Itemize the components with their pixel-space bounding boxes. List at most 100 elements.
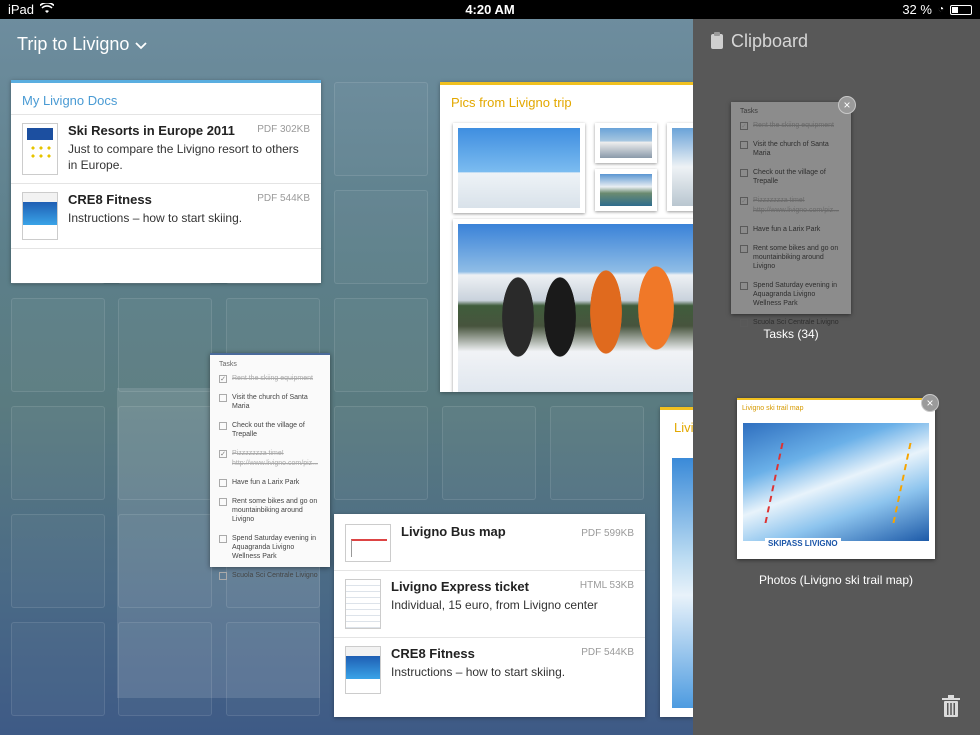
task-text: Rent some bikes and go on mountainbiking… bbox=[753, 244, 839, 270]
clipboard-header: Clipboard bbox=[711, 31, 808, 52]
empty-slot bbox=[11, 406, 105, 500]
files-card[interactable]: Livigno Bus map PDF 599KB Livigno Expres… bbox=[334, 514, 645, 717]
checkbox-icon[interactable] bbox=[740, 169, 748, 178]
checkbox-checked-icon[interactable]: ✓ bbox=[740, 197, 748, 206]
status-bar: iPad 4:20 AM 32 % ◔ bbox=[0, 0, 980, 19]
task-item[interactable]: ✓ Pizzzzzzza time! http://www.livigno.com… bbox=[219, 449, 321, 467]
docs-card[interactable]: My Livigno Docs Ski Resorts in Europe 20… bbox=[11, 80, 321, 283]
pdf-thumbnail bbox=[345, 524, 391, 562]
clipboard-map-card[interactable]: Livigno ski trail map SKIPASS LIVIGNO bbox=[737, 398, 935, 559]
checkbox-icon[interactable] bbox=[219, 497, 227, 506]
checkbox-icon[interactable] bbox=[740, 282, 748, 291]
task-item[interactable]: Scuola Sci Centrale Livigno bbox=[219, 571, 321, 581]
doc-item-cre8-fitness-2[interactable]: CRE8 Fitness Instructions – how to start… bbox=[334, 638, 645, 702]
checkbox-checked-icon[interactable]: ✓ bbox=[219, 450, 227, 459]
photo-skier[interactable] bbox=[453, 123, 585, 213]
clipboard-icon bbox=[711, 32, 723, 49]
task-item[interactable]: Rent some bikes and go on mountainbiking… bbox=[740, 244, 842, 271]
doc-description: Instructions – how to start skiing. bbox=[68, 211, 243, 225]
empty-slot bbox=[334, 82, 428, 176]
pics-card[interactable]: Pics from Livigno trip bbox=[440, 82, 693, 392]
task-item[interactable]: Spend Saturday evening in Aquagranda Liv… bbox=[219, 534, 321, 561]
tasks-card-dragging[interactable]: Tasks ✓ Rent the skiing equipment Visit th… bbox=[210, 353, 330, 581]
checkbox-icon[interactable] bbox=[219, 535, 227, 544]
task-list: ✓ Rent the skiing equipment Visit the chur… bbox=[737, 121, 845, 328]
doc-meta: HTML 53KB bbox=[579, 580, 634, 591]
checkbox-icon[interactable] bbox=[219, 478, 227, 487]
photo-group[interactable] bbox=[453, 219, 693, 392]
task-text: Rent some bikes and go on mountainbiking… bbox=[232, 497, 318, 523]
trash-icon[interactable] bbox=[942, 695, 960, 717]
empty-slot bbox=[11, 298, 105, 392]
empty-slot bbox=[334, 406, 428, 500]
status-time: 4:20 AM bbox=[465, 2, 515, 17]
task-item[interactable]: ✓ Rent the skiing equipment bbox=[740, 121, 842, 130]
clipboard-map-caption: Photos (Livigno ski trail map) bbox=[758, 573, 914, 587]
trail-map-image: SKIPASS LIVIGNO bbox=[743, 423, 929, 549]
trail-map-card[interactable]: Livi bbox=[660, 407, 693, 717]
clipboard-title: Clipboard bbox=[731, 31, 809, 51]
html-thumbnail bbox=[345, 579, 381, 629]
task-item[interactable]: Check out the village of Trepalle bbox=[740, 168, 842, 186]
rotation-lock-icon: ◔ bbox=[937, 4, 944, 15]
task-text: Visit the church of Santa Maria bbox=[753, 141, 829, 158]
task-text: Spend Saturday evening in Aquagranda Liv… bbox=[753, 282, 838, 308]
task-text: Pizzzzzzza time! http://www.livigno.com/… bbox=[232, 450, 318, 467]
close-icon[interactable]: × bbox=[921, 394, 939, 412]
checkbox-checked-icon[interactable]: ✓ bbox=[219, 375, 227, 383]
doc-meta: PDF 599KB bbox=[581, 528, 634, 539]
doc-description: Individual, 15 euro, from Livigno center bbox=[391, 598, 598, 612]
doc-item-cre8-fitness[interactable]: CRE8 Fitness Instructions – how to start… bbox=[11, 184, 321, 249]
task-text: Rent the skiing equipment bbox=[753, 122, 834, 129]
checkbox-icon[interactable] bbox=[219, 572, 227, 581]
task-text: Rent the skiing equipment bbox=[232, 375, 313, 382]
task-text: Pizzzzzzza time! http://www.livigno.com/… bbox=[753, 197, 839, 214]
task-item[interactable]: Have fun a Larix Park bbox=[219, 478, 321, 487]
map-logo: SKIPASS LIVIGNO bbox=[765, 538, 841, 549]
trail-lines bbox=[764, 443, 912, 523]
doc-meta: PDF 544KB bbox=[257, 193, 310, 204]
checkbox-checked-icon[interactable]: ✓ bbox=[740, 122, 748, 130]
doc-item-ski-resorts[interactable]: Ski Resorts in Europe 2011 Just to compa… bbox=[11, 114, 321, 184]
wifi-icon bbox=[39, 1, 55, 17]
map-card-title: Livigno ski trail map bbox=[737, 398, 935, 412]
empty-slot bbox=[334, 190, 428, 284]
task-item[interactable]: ✓ Pizzzzzzza time! http://www.livigno.com… bbox=[740, 196, 842, 214]
checkbox-icon[interactable] bbox=[740, 141, 748, 150]
checkbox-icon[interactable] bbox=[219, 394, 227, 403]
docs-card-title: My Livigno Docs bbox=[22, 93, 118, 108]
doc-item-express-ticket[interactable]: Livigno Express ticket Individual, 15 eu… bbox=[334, 571, 645, 638]
task-list: ✓ Rent the skiing equipment Visit the chur… bbox=[216, 374, 324, 581]
doc-meta: PDF 302KB bbox=[257, 124, 310, 135]
pdf-thumbnail bbox=[345, 646, 381, 694]
empty-slot bbox=[11, 622, 105, 716]
photo-mountains[interactable] bbox=[595, 123, 657, 163]
pdf-thumbnail bbox=[22, 123, 58, 175]
photo-lake[interactable] bbox=[595, 169, 657, 211]
task-text: Check out the village of Trepalle bbox=[232, 422, 305, 439]
task-item[interactable]: ✓ Rent the skiing equipment bbox=[219, 374, 321, 383]
close-icon[interactable]: × bbox=[838, 96, 856, 114]
pdf-thumbnail bbox=[22, 192, 58, 240]
checkbox-icon[interactable] bbox=[740, 225, 748, 234]
task-item[interactable]: Spend Saturday evening in Aquagranda Liv… bbox=[740, 281, 842, 308]
space-title: Trip to Livigno bbox=[17, 34, 130, 54]
tasks-card-title: Tasks bbox=[219, 361, 237, 368]
task-item[interactable]: Have fun a Larix Park bbox=[740, 225, 842, 234]
task-item[interactable]: Check out the village of Trepalle bbox=[219, 421, 321, 439]
empty-slot bbox=[550, 406, 644, 500]
doc-item-bus-map[interactable]: Livigno Bus map PDF 599KB bbox=[334, 514, 645, 571]
task-item[interactable]: Visit the church of Santa Maria bbox=[219, 393, 321, 411]
trail-map-card-title: Livi bbox=[674, 420, 693, 435]
checkbox-icon[interactable] bbox=[740, 244, 748, 253]
photo-snow[interactable] bbox=[667, 123, 693, 211]
task-text: Spend Saturday evening in Aquagranda Liv… bbox=[232, 535, 317, 561]
battery-icon bbox=[950, 4, 972, 15]
clipboard-tasks-card[interactable]: Tasks ✓ Rent the skiing equipment Visit th… bbox=[731, 102, 851, 328]
empty-slot bbox=[11, 514, 105, 608]
pics-card-title: Pics from Livigno trip bbox=[451, 95, 572, 110]
checkbox-icon[interactable] bbox=[219, 422, 227, 431]
space-title-button[interactable]: Trip to Livigno bbox=[17, 34, 148, 55]
task-item[interactable]: Rent some bikes and go on mountainbiking… bbox=[219, 497, 321, 524]
task-item[interactable]: Visit the church of Santa Maria bbox=[740, 140, 842, 158]
